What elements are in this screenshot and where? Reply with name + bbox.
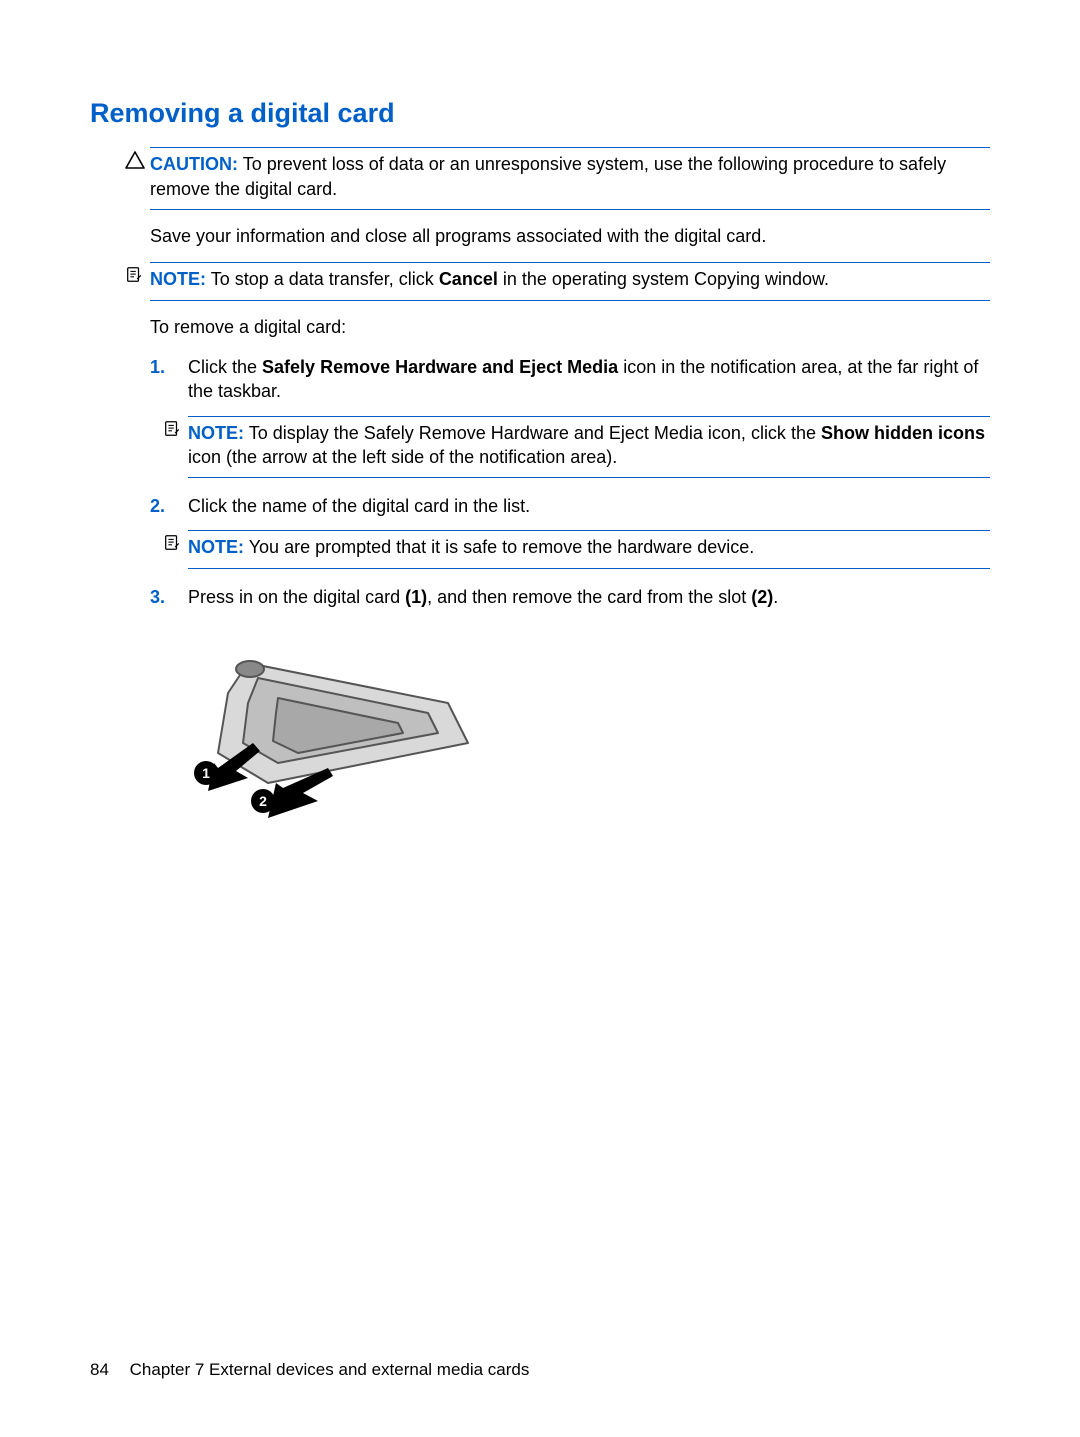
svg-text:2: 2	[259, 793, 267, 809]
step-number: 1.	[150, 355, 165, 379]
svg-text:1: 1	[202, 765, 210, 781]
step2-note-text: You are prompted that it is safe to remo…	[249, 537, 755, 557]
document-page: Removing a digital card CAUTION: To prev…	[0, 0, 1080, 1437]
step-2: 2. Click the name of the digital card in…	[150, 494, 990, 569]
step-number: 2.	[150, 494, 165, 518]
intro-line: To remove a digital card:	[150, 315, 990, 339]
note-icon	[125, 266, 145, 284]
note-text: NOTE: You are prompted that it is safe t…	[188, 537, 754, 557]
step-3: 3. Press in on the digital card (1), and…	[150, 585, 990, 609]
step3-mid: , and then remove the card from the slot	[427, 587, 751, 607]
caution-callout: CAUTION: To prevent loss of data or an u…	[150, 148, 990, 203]
step1-note-bold: Show hidden icons	[821, 423, 985, 443]
caution-label: CAUTION:	[150, 154, 238, 174]
note-text: NOTE: To display the Safely Remove Hardw…	[188, 423, 985, 467]
step-body: Press in on the digital card (1), and th…	[188, 585, 990, 609]
paragraph-save-info: Save your information and close all prog…	[150, 224, 990, 248]
note-callout: NOTE: To stop a data transfer, click Can…	[150, 263, 990, 293]
rule	[188, 477, 990, 478]
rule	[150, 209, 990, 210]
chapter-label: Chapter 7 External devices and external …	[130, 1360, 530, 1379]
page-footer: 84 Chapter 7 External devices and extern…	[90, 1359, 529, 1382]
digital-card-illustration: 1 2	[188, 633, 488, 833]
rule	[150, 300, 990, 301]
caution-body: To prevent loss of data or an unresponsi…	[150, 154, 946, 198]
nested-note-wrap: NOTE: To display the Safely Remove Hardw…	[188, 416, 990, 479]
step-body: Click the Safely Remove Hardware and Eje…	[188, 355, 990, 404]
note1-after: in the operating system Copying window.	[498, 269, 829, 289]
ordered-steps: 1. Click the Safely Remove Hardware and …	[150, 355, 990, 609]
note-icon	[163, 420, 183, 438]
caution-text: CAUTION: To prevent loss of data or an u…	[150, 154, 946, 198]
note-label: NOTE:	[150, 269, 206, 289]
step1-note-pre: To display the Safely Remove Hardware an…	[249, 423, 821, 443]
nested-note-wrap: NOTE: You are prompted that it is safe t…	[188, 530, 990, 568]
step3-end: .	[773, 587, 778, 607]
section-heading: Removing a digital card	[90, 95, 990, 131]
step-1: 1. Click the Safely Remove Hardware and …	[150, 355, 990, 478]
note-text: NOTE: To stop a data transfer, click Can…	[150, 269, 829, 289]
body-area: CAUTION: To prevent loss of data or an u…	[150, 147, 990, 833]
note-label: NOTE:	[188, 423, 244, 443]
note-callout: NOTE: To display the Safely Remove Hardw…	[188, 417, 990, 472]
note1-bold: Cancel	[439, 269, 498, 289]
note-icon	[163, 534, 183, 552]
note-label: NOTE:	[188, 537, 244, 557]
step1-bold: Safely Remove Hardware and Eject Media	[262, 357, 618, 377]
note-callout: NOTE: You are prompted that it is safe t…	[188, 531, 990, 561]
page-number: 84	[90, 1360, 109, 1379]
step-number: 3.	[150, 585, 165, 609]
rule	[188, 568, 990, 569]
step-body: Click the name of the digital card in th…	[188, 494, 990, 518]
step1-pre: Click the	[188, 357, 262, 377]
step3-b1: (1)	[405, 587, 427, 607]
step3-pre: Press in on the digital card	[188, 587, 405, 607]
step3-b2: (2)	[751, 587, 773, 607]
note1-before: To stop a data transfer, click	[211, 269, 439, 289]
step1-note-post: icon (the arrow at the left side of the …	[188, 447, 617, 467]
caution-icon	[125, 151, 145, 169]
